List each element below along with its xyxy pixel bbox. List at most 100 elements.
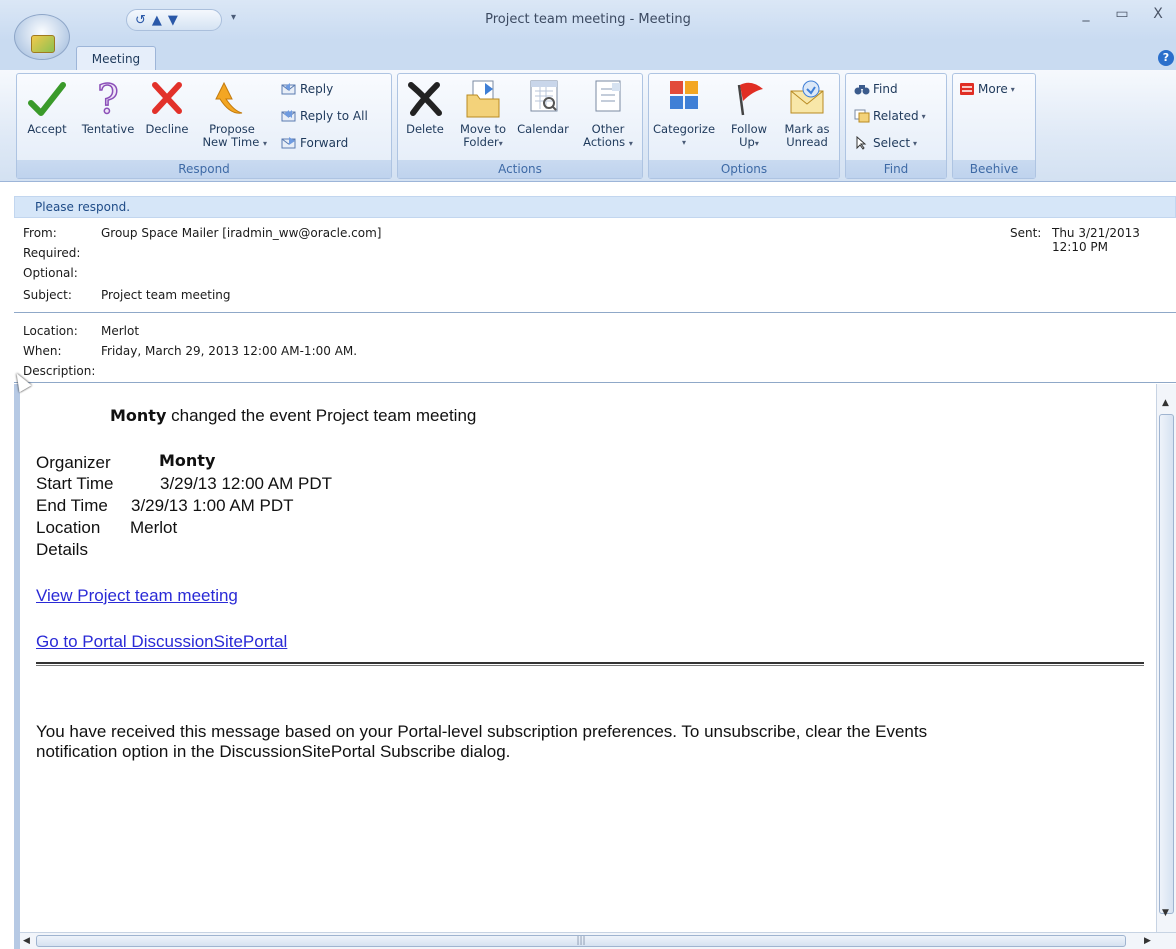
end-time-label: End Time <box>36 496 108 515</box>
scroll-left-icon[interactable]: ◀ <box>23 936 30 946</box>
calendar-icon <box>523 77 563 121</box>
reply-all-icon <box>281 109 297 123</box>
find-label: Find <box>873 82 898 96</box>
calendar-button[interactable]: Calendar <box>512 77 574 136</box>
propose-label-line2: New Time <box>202 135 260 149</box>
more-label: More <box>978 82 1008 96</box>
close-button[interactable]: X <box>1140 6 1176 22</box>
options-group-label: Options <box>649 160 839 178</box>
tentative-label: Tentative <box>81 122 135 136</box>
horizontal-scroll-thumb[interactable]: ||| <box>36 935 1126 947</box>
outlook-logo-icon <box>31 35 55 53</box>
reply-all-label: Reply to All <box>300 109 368 123</box>
end-time-value: 3/29/13 1:00 AM PDT <box>131 496 294 515</box>
reply-button[interactable]: Reply <box>281 82 333 96</box>
other-actions-button[interactable]: Other Actions ▾ <box>578 77 638 150</box>
footer-line-2: notification option in the DiscussionSit… <box>36 742 511 761</box>
propose-label-line2-wrap: New Time ▾ <box>197 136 267 150</box>
accept-label: Accept <box>27 122 67 136</box>
scroll-down-icon[interactable]: ▼ <box>1162 908 1169 918</box>
pointer-icon <box>854 135 870 150</box>
tab-meeting[interactable]: Meeting <box>76 46 156 72</box>
organizer-label: Organizer <box>36 453 111 472</box>
select-button[interactable]: Select ▾ <box>854 135 918 150</box>
start-time-label: Start Time <box>36 474 114 493</box>
location-body-value: Merlot <box>130 518 178 537</box>
categorize-icon <box>664 77 704 121</box>
portal-link[interactable]: Go to Portal DiscussionSitePortal <box>36 632 287 652</box>
svg-text:?: ? <box>97 77 118 121</box>
headline-text: changed the event Project team meeting <box>166 406 477 425</box>
location-value: Merlot <box>101 324 140 338</box>
x-mark-icon <box>147 77 187 121</box>
location-body-label: Location <box>36 518 101 537</box>
forward-button[interactable]: Forward <box>281 136 348 150</box>
footer-line-1: You have received this message based on … <box>36 722 928 741</box>
location-label: Location: <box>23 324 78 338</box>
respond-group-label: Respond <box>17 160 391 178</box>
decline-button[interactable]: Decline <box>143 77 191 136</box>
beehive-group-label: Beehive <box>953 160 1035 178</box>
horizontal-scrollbar[interactable]: ◀ ||| ▶ <box>20 932 1176 949</box>
view-meeting-link[interactable]: View Project team meeting <box>36 586 238 606</box>
chevron-down-icon: ▾ <box>921 111 926 121</box>
accept-button[interactable]: Accept <box>27 77 67 136</box>
mark-as-unread-button[interactable]: Mark as Unread <box>777 77 837 149</box>
move-to-folder-button[interactable]: Move to Folder▾ <box>454 77 512 150</box>
header-divider <box>14 312 1176 313</box>
info-bar[interactable]: Please respond. <box>14 196 1176 218</box>
window-controls: _ ▭ X <box>1068 6 1176 22</box>
chevron-down-icon: ▾ <box>913 138 918 148</box>
select-label: Select <box>873 136 911 150</box>
beehive-group: More ▾ Beehive <box>952 73 1036 179</box>
related-button[interactable]: Related ▾ <box>854 109 926 123</box>
categorize-button[interactable]: Categorize ▾ <box>653 77 715 149</box>
maximize-button[interactable]: ▭ <box>1104 6 1140 22</box>
document-list-icon <box>588 77 628 121</box>
organizer-name: Monty <box>159 451 216 470</box>
find-group: Find Related ▾ Select ▾ Find <box>845 73 947 179</box>
chevron-down-icon: ▾ <box>1010 84 1015 94</box>
move-label-line2: Folder <box>463 135 499 149</box>
follow-label-line2-wrap: Up▾ <box>723 136 775 150</box>
vertical-scroll-thumb[interactable] <box>1159 414 1174 914</box>
window-title: Project team meeting - Meeting <box>485 12 691 27</box>
find-group-label: Find <box>846 160 946 178</box>
scroll-up-icon[interactable]: ▲ <box>1162 398 1169 408</box>
help-icon[interactable]: ? <box>1158 50 1174 66</box>
respond-group: Accept ? Tentative Decline Propose New T… <box>16 73 392 179</box>
from-value[interactable]: Group Space Mailer [iradmin_ww@oracle.co… <box>101 226 381 240</box>
office-button[interactable] <box>14 14 70 60</box>
reply-all-button[interactable]: Reply to All <box>281 109 368 123</box>
ribbon-tab-row: Meeting ? <box>0 40 1176 72</box>
reply-icon <box>281 82 297 96</box>
subject-value: Project team meeting <box>101 288 231 302</box>
subject-label: Subject: <box>23 288 72 302</box>
more-button[interactable]: More ▾ <box>959 82 1015 96</box>
mark-label-line2: Unread <box>786 135 828 149</box>
delete-label: Delete <box>406 122 444 136</box>
envelope-icon <box>787 77 827 121</box>
move-label-line2-wrap: Folder▾ <box>454 136 512 150</box>
forward-label: Forward <box>300 136 349 150</box>
delete-x-icon <box>405 77 445 121</box>
related-label: Related <box>873 109 919 123</box>
delete-button[interactable]: Delete <box>402 77 448 136</box>
binoculars-icon <box>854 82 870 96</box>
sent-label: Sent: <box>1010 226 1042 240</box>
find-button[interactable]: Find <box>854 82 898 96</box>
propose-new-time-button[interactable]: Propose New Time ▾ <box>197 77 267 150</box>
actions-group: Delete Move to Folder▾ Calendar Other Ac… <box>397 73 643 179</box>
folder-icon <box>463 77 503 121</box>
minimize-button[interactable]: _ <box>1068 6 1104 22</box>
scroll-right-icon[interactable]: ▶ <box>1144 936 1151 946</box>
ribbon: Accept ? Tentative Decline Propose New T… <box>0 70 1176 182</box>
vertical-scrollbar[interactable]: ▲ ▼ <box>1156 384 1176 933</box>
tentative-button[interactable]: ? Tentative <box>77 76 139 136</box>
follow-label-line2: Up <box>739 135 755 149</box>
checkmark-icon <box>27 77 67 121</box>
when-value: Friday, March 29, 2013 12:00 AM-1:00 AM. <box>101 344 358 358</box>
decline-label: Decline <box>145 122 189 136</box>
follow-up-button[interactable]: Follow Up▾ <box>723 77 775 150</box>
flag-icon <box>729 77 769 121</box>
